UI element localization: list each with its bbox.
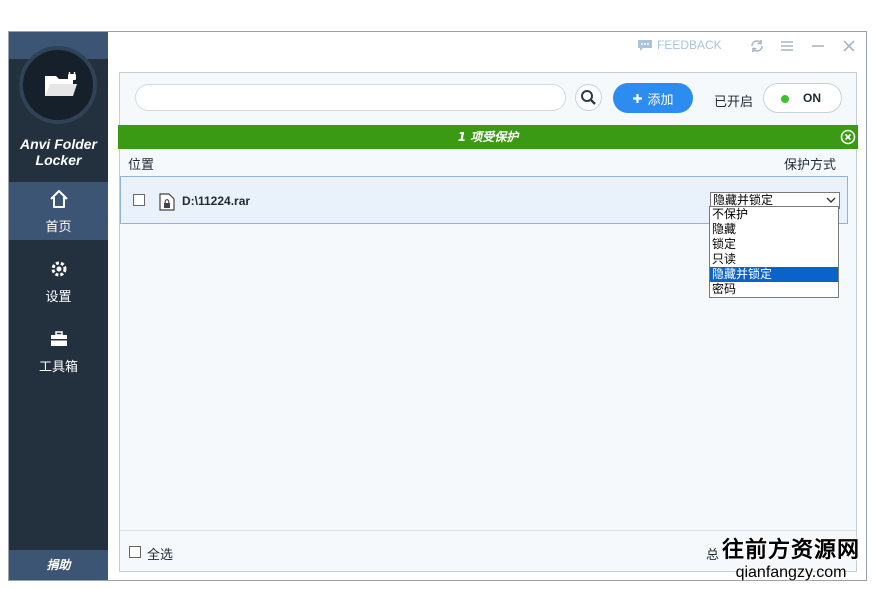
dropdown-option-password[interactable]: 密码 xyxy=(710,282,838,297)
status-bar: 1 项受保护 xyxy=(118,125,858,149)
dropdown-option-lock[interactable]: 锁定 xyxy=(710,237,838,252)
watermark: 往前方资源网 qianfangzy.com xyxy=(716,532,866,582)
protection-toggle[interactable]: ON xyxy=(763,83,842,113)
select-all-checkbox[interactable] xyxy=(129,546,141,558)
feedback-link[interactable]: FEEDBACK xyxy=(637,38,722,52)
folder-lock-icon xyxy=(45,72,77,96)
chevron-down-icon xyxy=(826,197,836,203)
close-icon[interactable] xyxy=(841,38,857,54)
footer-divider xyxy=(120,530,856,531)
search-button[interactable] xyxy=(575,84,602,111)
watermark-line1: 往前方资源网 xyxy=(721,538,860,563)
search-icon xyxy=(581,90,596,105)
close-circle-icon[interactable] xyxy=(840,129,856,145)
sidebar-item-label: 设置 xyxy=(45,290,72,305)
sidebar-item-settings[interactable]: 设置 xyxy=(9,252,108,310)
add-button[interactable]: 添加 xyxy=(613,83,693,113)
app-name-line2: Locker xyxy=(35,152,82,168)
app-name-line1: Anvi Folder xyxy=(19,136,97,152)
feedback-label: FEEDBACK xyxy=(657,38,722,52)
protection-dropdown: 不保护 隐藏 锁定 只读 隐藏并锁定 密码 xyxy=(709,206,839,298)
sidebar-item-label: 首页 xyxy=(45,220,72,235)
main-panel: 添加 已开启 ON 1 项受保护 位置 保护方式 D:\11224.rar 隐藏… xyxy=(118,72,858,572)
home-icon xyxy=(49,190,68,208)
toolbox-icon xyxy=(50,331,67,346)
column-header-location: 位置 xyxy=(128,158,155,173)
file-path: D:\11224.rar xyxy=(182,194,251,208)
column-header-protection: 保护方式 xyxy=(784,158,837,173)
titlebar: FEEDBACK xyxy=(108,32,866,60)
dropdown-option-read-only[interactable]: 只读 xyxy=(710,252,838,267)
protection-select-value: 隐藏并锁定 xyxy=(713,193,774,207)
refresh-icon[interactable] xyxy=(749,38,765,54)
search-input[interactable] xyxy=(135,84,566,111)
row-checkbox[interactable] xyxy=(133,194,145,206)
status-text: 1 项受保护 xyxy=(457,130,519,144)
sidebar-item-toolbox[interactable]: 工具箱 xyxy=(9,322,108,380)
menu-icon[interactable] xyxy=(779,38,795,54)
sidebar: Anvi Folder Locker 首页 设置 工具箱 捐助 xyxy=(9,32,108,580)
dropdown-option-no-protection[interactable]: 不保护 xyxy=(710,207,838,222)
gear-icon xyxy=(51,261,66,277)
donate-button[interactable]: 捐助 xyxy=(9,550,108,580)
app-logo xyxy=(19,46,97,124)
locked-file-icon xyxy=(159,193,175,211)
dropdown-option-hide[interactable]: 隐藏 xyxy=(710,222,838,237)
sidebar-item-home[interactable]: 首页 xyxy=(9,182,108,240)
select-all-label: 全选 xyxy=(147,548,174,563)
app-window: Anvi Folder Locker 首页 设置 工具箱 捐助 FEEDBACK… xyxy=(8,31,867,581)
minimize-icon[interactable] xyxy=(810,38,826,54)
toggle-status-dot xyxy=(781,95,789,103)
dropdown-option-hide-and-lock[interactable]: 隐藏并锁定 xyxy=(710,267,838,282)
plus-icon xyxy=(633,93,643,103)
app-name: Anvi Folder Locker xyxy=(9,136,108,168)
add-button-label: 添加 xyxy=(647,92,674,108)
watermark-line2: qianfangzy.com xyxy=(735,564,847,581)
toggle-label: ON xyxy=(803,91,821,105)
sidebar-item-label: 工具箱 xyxy=(38,360,78,375)
chat-bubble-icon xyxy=(638,39,652,51)
protection-enabled-label: 已开启 xyxy=(714,95,754,110)
